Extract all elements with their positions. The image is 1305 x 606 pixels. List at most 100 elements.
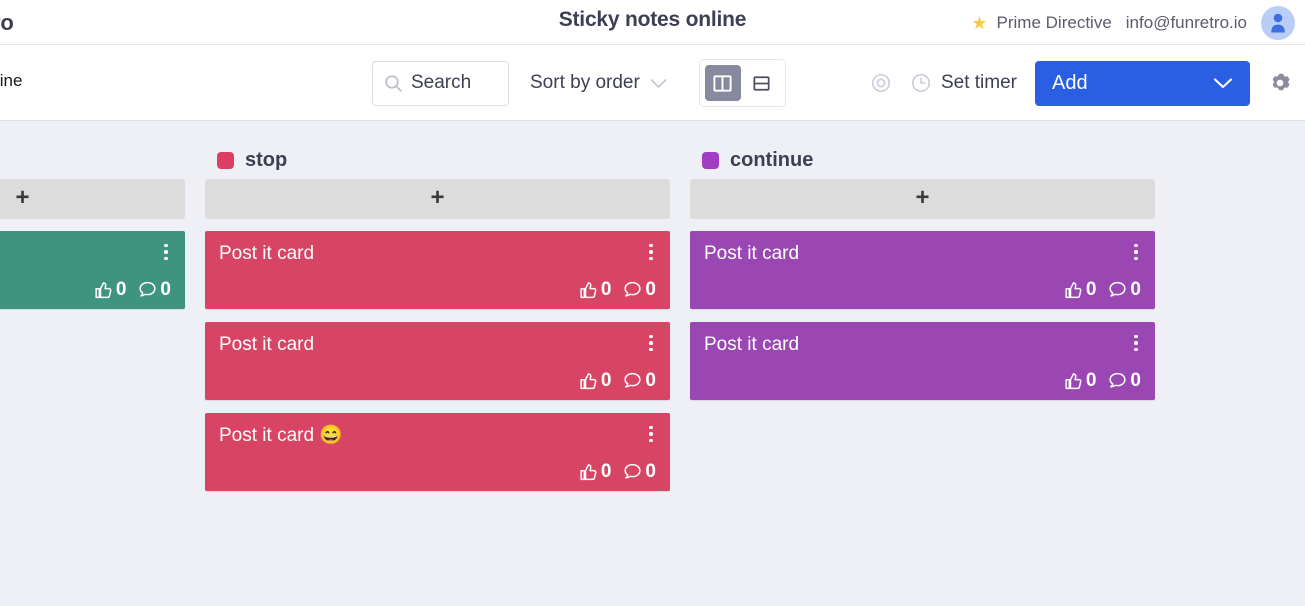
comment-bubble-icon bbox=[139, 281, 157, 297]
card-like-button[interactable]: 0 bbox=[1063, 370, 1097, 391]
thumbs-up-icon bbox=[95, 282, 112, 299]
card-comment-count: 0 bbox=[1130, 370, 1141, 391]
column-header bbox=[0, 141, 185, 179]
card-like-count: 0 bbox=[600, 279, 612, 300]
card-list: Post it card 0 0 Post it card 0 0 bbox=[690, 231, 1155, 400]
column-header: stop bbox=[205, 141, 670, 179]
card-comment-button[interactable]: 0 bbox=[1107, 279, 1141, 300]
top-bar: ro Sticky notes online ★ Prime Directive… bbox=[0, 0, 1305, 45]
toolbar-center-group: Search Sort by order bbox=[372, 45, 786, 121]
card-comment-count: 0 bbox=[160, 279, 171, 300]
gear-icon bbox=[1272, 73, 1290, 91]
avatar[interactable] bbox=[1261, 5, 1295, 40]
column-color-dot bbox=[702, 151, 719, 169]
add-card-button[interactable]: + bbox=[690, 179, 1155, 219]
comment-bubble-icon bbox=[624, 463, 642, 479]
card-comment-button[interactable]: 0 bbox=[622, 370, 656, 391]
chevron-down-icon bbox=[1213, 78, 1233, 89]
card-comment-count: 0 bbox=[645, 461, 656, 482]
card-comment-count: 0 bbox=[645, 279, 656, 300]
plus-icon: + bbox=[430, 184, 445, 211]
card-menu-button[interactable] bbox=[643, 423, 659, 445]
card-menu-button[interactable] bbox=[158, 241, 174, 263]
prime-directive-button[interactable]: ★ Prime Directive bbox=[971, 13, 1111, 33]
sort-label: Sort by order bbox=[530, 72, 640, 93]
card-like-count: 0 bbox=[600, 461, 612, 482]
user-email-label[interactable]: info@funretro.io bbox=[1126, 13, 1247, 33]
comment-bubble-icon bbox=[1109, 372, 1127, 388]
set-timer-button[interactable]: Set timer bbox=[910, 72, 1017, 94]
post-it-card[interactable]: 00 bbox=[0, 231, 185, 309]
card-footer: 00 bbox=[219, 279, 656, 300]
card-comment-button[interactable]: 0 bbox=[1107, 370, 1141, 391]
post-it-card[interactable]: Post it card 0 0 bbox=[690, 231, 1155, 309]
card-like-count: 0 bbox=[1085, 279, 1097, 300]
toolbar-actions-group: Set timer Add bbox=[866, 45, 1293, 121]
rows-view-icon bbox=[753, 75, 770, 91]
card-like-button[interactable]: 0 bbox=[1063, 279, 1097, 300]
card-like-count: 0 bbox=[1085, 370, 1097, 391]
comment-bubble-icon bbox=[624, 281, 642, 297]
card-text: Post it card bbox=[219, 334, 315, 355]
add-button[interactable]: Add bbox=[1035, 60, 1250, 106]
card-menu-button[interactable] bbox=[1128, 332, 1144, 354]
card-like-button[interactable]: 0 bbox=[578, 370, 612, 391]
column-title: continue bbox=[730, 148, 814, 171]
card-footer: 00 bbox=[219, 370, 656, 391]
thumbs-up-icon bbox=[580, 373, 597, 390]
card-comment-button[interactable]: 0 bbox=[622, 461, 656, 482]
card-text: Post it card bbox=[219, 243, 315, 264]
chevron-down-icon bbox=[650, 78, 667, 88]
plus-icon: + bbox=[915, 184, 930, 211]
board-toolbar: line Search Sort by order bbox=[0, 45, 1305, 121]
card-like-button[interactable]: 0 bbox=[578, 279, 612, 300]
post-it-card[interactable]: Post it card 0 0 bbox=[205, 322, 670, 400]
card-comment-button[interactable]: 0 bbox=[137, 279, 171, 300]
card-list: Post it card 0 0 Post it card 0 0 Post it card… bbox=[205, 231, 670, 491]
comment-bubble-icon bbox=[624, 372, 642, 388]
card-like-button[interactable]: 0 bbox=[578, 461, 612, 482]
card-like-count: 0 bbox=[600, 370, 612, 391]
card-comment-count: 0 bbox=[1130, 279, 1141, 300]
card-like-button[interactable]: 0 bbox=[93, 279, 127, 300]
comment-bubble-icon bbox=[1109, 281, 1127, 297]
eye-visibility-button[interactable] bbox=[866, 68, 896, 98]
card-menu-button[interactable] bbox=[643, 241, 659, 263]
post-it-card[interactable]: Post it card 0 0 bbox=[690, 322, 1155, 400]
search-input[interactable]: Search bbox=[372, 60, 509, 106]
search-icon bbox=[385, 74, 402, 92]
view-mode-toggle bbox=[698, 59, 786, 107]
columns-view-icon bbox=[713, 74, 732, 92]
card-comment-button[interactable]: 0 bbox=[622, 279, 656, 300]
add-button-label: Add bbox=[1052, 71, 1088, 94]
add-card-button[interactable]: + bbox=[0, 179, 185, 219]
column-title: stop bbox=[245, 148, 288, 171]
rows-view-button[interactable] bbox=[744, 65, 780, 101]
add-card-button[interactable]: + bbox=[205, 179, 670, 219]
sort-dropdown[interactable]: Sort by order bbox=[530, 72, 667, 94]
card-text: Post it card bbox=[704, 243, 800, 264]
thumbs-up-icon bbox=[1065, 373, 1082, 390]
post-it-card[interactable]: Post it card 0 0 bbox=[205, 231, 670, 309]
card-footer: 00 bbox=[0, 279, 171, 300]
card-footer: 00 bbox=[219, 461, 656, 482]
user-avatar-icon bbox=[1271, 13, 1285, 33]
card-menu-button[interactable] bbox=[643, 332, 659, 354]
board-column: +0 0 bbox=[0, 141, 185, 606]
card-menu-button[interactable] bbox=[1128, 241, 1144, 263]
card-like-count: 0 bbox=[115, 279, 127, 300]
settings-button[interactable] bbox=[1267, 70, 1293, 96]
columns-view-button[interactable] bbox=[704, 65, 741, 101]
card-footer: 00 bbox=[704, 279, 1141, 300]
top-bar-right-group: ★ Prime Directive info@funretro.io bbox=[971, 0, 1295, 45]
clock-icon bbox=[911, 73, 930, 93]
card-list: 00 bbox=[0, 231, 185, 309]
board-column: stop + Post it card 0 0 Post it card 0 0 Post it… bbox=[205, 141, 670, 606]
thumbs-up-icon bbox=[580, 464, 597, 481]
eye-visibility-icon bbox=[871, 73, 890, 93]
column-header: continue bbox=[690, 141, 1155, 179]
card-comment-count: 0 bbox=[645, 370, 656, 391]
post-it-card[interactable]: Post it card 😄 0 0 bbox=[205, 413, 670, 491]
prime-directive-label: Prime Directive bbox=[996, 12, 1112, 32]
card-text: Post it card bbox=[704, 334, 800, 355]
